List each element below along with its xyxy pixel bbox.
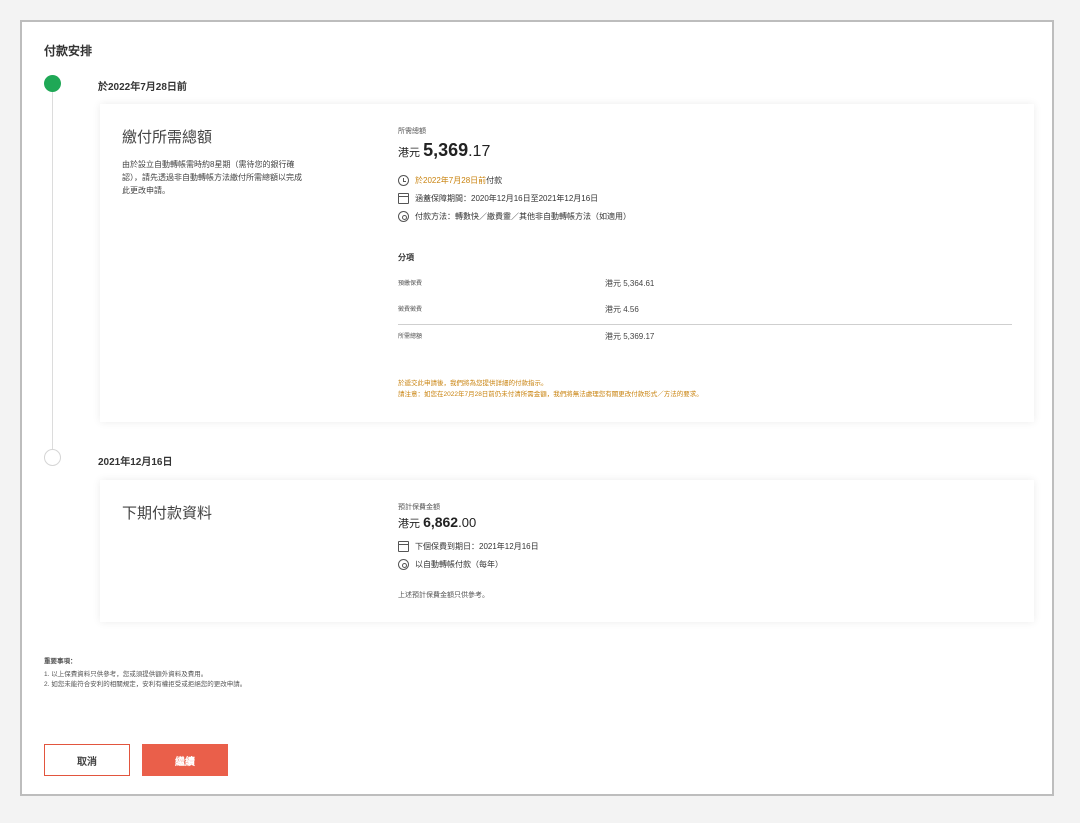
page-title: 付款安排 <box>44 44 93 58</box>
breakdown-total-value: 港元 5,369.17 <box>605 332 655 341</box>
note-item: 2. 如您未能符合安利的相關規定，安利有權拒受或拒絕您的更改申請。 <box>44 681 247 688</box>
note-item: 1. 以上保費資料只供參考，您或須提供額外資料及費用。 <box>44 671 208 678</box>
cancel-button[interactable]: 取消 <box>44 744 130 776</box>
auto-pay-text: 以自動轉帳付款（每年） <box>415 560 503 569</box>
due-text: 於2022年7月28日前付款 <box>415 176 503 185</box>
warning-line: 請注意：如您在2022年7月28日前仍未付清所需金額，我們將無法處理您有關更改付… <box>398 391 703 398</box>
currency-label: 港元 <box>398 518 420 530</box>
coverage-period-text: 涵蓋保障期間：2020年12月16日至2021年12月16日 <box>415 194 599 203</box>
coins-icon <box>398 211 409 222</box>
breakdown-label: 徵費徵費 <box>398 307 423 313</box>
clock-icon <box>398 175 409 186</box>
premium-note: 上述預計保費金額只供參考。 <box>398 592 489 599</box>
breakdown-divider <box>398 324 1012 325</box>
next-payment-card: 下期付款資料 預計保費金額 港元 6,862.00 下個保費到期日：2021年1… <box>100 480 1034 622</box>
currency-label: 港元 <box>398 147 420 159</box>
payment-arrangement-panel: 付款安排 於2022年7月28日前 繳付所需總額 由於設立自動轉帳需時約8星期（… <box>20 20 1054 796</box>
due-date-row: 於2022年7月28日前付款 <box>398 175 502 186</box>
total-amount: 港元 5,369.17 <box>398 140 490 161</box>
breakdown-row: 徵費徵費 港元 4.56 <box>398 304 1012 318</box>
card-title: 繳付所需總額 <box>122 129 213 146</box>
coverage-period-row: 涵蓋保障期間：2020年12月16日至2021年12月16日 <box>398 193 598 204</box>
notes-title: 重要事項： <box>44 658 77 665</box>
description-line: 認），請先透過非自動轉帳方法繳付所需總額以完成 <box>122 173 302 182</box>
timeline-step-pending-icon <box>44 449 61 466</box>
payment-method-text: 付款方法：轉數快／繳費靈／其他非自動轉帳方法（如適用） <box>415 212 631 221</box>
card-title: 下期付款資料 <box>122 505 213 522</box>
calendar-icon <box>398 193 409 204</box>
breakdown-value: 港元 5,364.61 <box>605 279 655 288</box>
description-line: 由於設立自動轉帳需時約8星期（需待您的銀行確 <box>122 160 295 169</box>
breakdown-title: 分項 <box>398 253 414 262</box>
payment-warning: 於遞交此申請後，我們將為您提供詳細的付款指示。 請注意：如您在2022年7月28… <box>398 378 703 400</box>
breakdown-label: 預繳保費 <box>398 281 423 287</box>
step2-date: 2021年12月16日 <box>98 457 173 468</box>
timeline-line <box>52 87 53 462</box>
breakdown-total-label: 所需總額 <box>398 334 423 340</box>
step1-date: 於2022年7月28日前 <box>98 82 187 93</box>
breakdown-value: 港元 4.56 <box>605 305 639 314</box>
breakdown-row: 預繳保費 港元 5,364.61 <box>398 278 1012 292</box>
next-due-text: 下個保費到期日：2021年12月16日 <box>415 542 539 551</box>
timeline-step-complete-icon <box>44 75 61 92</box>
amount-decimal: .00 <box>458 515 477 530</box>
breakdown-total-row: 所需總額 港元 5,369.17 <box>398 331 1012 345</box>
description-line: 此更改申請。 <box>122 186 170 195</box>
next-due-row: 下個保費到期日：2021年12月16日 <box>398 541 539 552</box>
coins-icon <box>398 559 409 570</box>
premium-label: 預計保費金額 <box>398 504 440 511</box>
amount-integer: 6,862 <box>423 514 459 530</box>
premium-amount: 港元 6,862.00 <box>398 514 476 531</box>
amount-decimal: .17 <box>468 143 491 160</box>
calendar-icon <box>398 541 409 552</box>
important-notes: 重要事項： 1. 以上保費資料只供參考，您或須提供額外資料及費用。 2. 如您未… <box>44 657 246 690</box>
auto-pay-row: 以自動轉帳付款（每年） <box>398 559 503 570</box>
card-description: 由於設立自動轉帳需時約8星期（需待您的銀行確 認），請先透過非自動轉帳方法繳付所… <box>122 158 302 197</box>
continue-button[interactable]: 繼續 <box>142 744 228 776</box>
payment-method-row: 付款方法：轉數快／繳費靈／其他非自動轉帳方法（如適用） <box>398 211 631 222</box>
warning-line: 於遞交此申請後，我們將為您提供詳細的付款指示。 <box>398 380 548 387</box>
total-due-card: 繳付所需總額 由於設立自動轉帳需時約8星期（需待您的銀行確 認），請先透過非自動… <box>100 104 1034 422</box>
amount-integer: 5,369 <box>423 140 469 160</box>
total-label: 所需總額 <box>398 128 426 135</box>
